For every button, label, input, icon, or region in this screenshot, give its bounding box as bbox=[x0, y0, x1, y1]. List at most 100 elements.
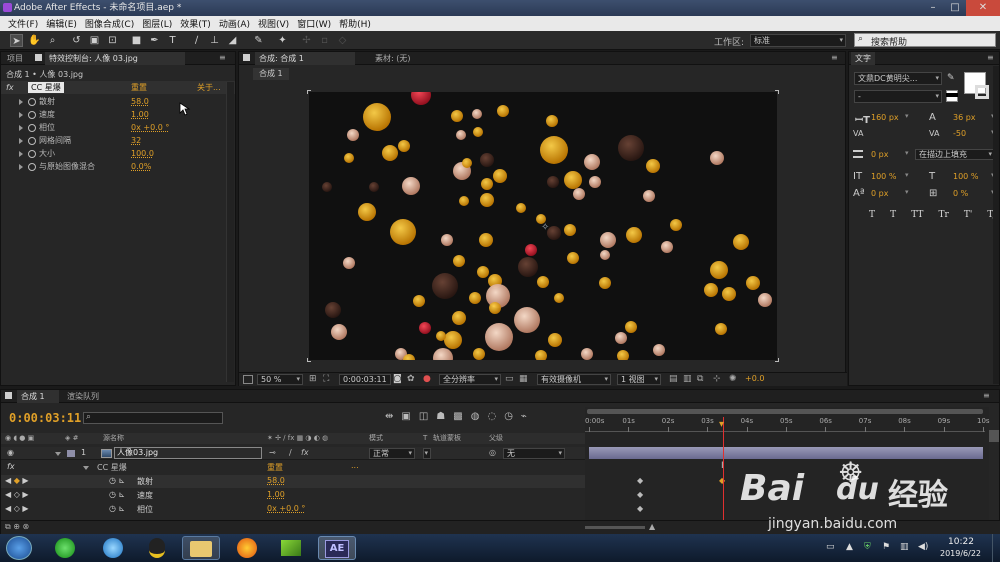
blend-mode-dropdown[interactable]: 正常 bbox=[369, 448, 415, 459]
tab-render-queue[interactable]: 渲染队列 bbox=[63, 390, 103, 403]
text-tool-icon[interactable]: T bbox=[166, 34, 179, 47]
taskbar-qq[interactable] bbox=[138, 536, 176, 560]
font-style-dropdown[interactable]: - bbox=[854, 90, 942, 103]
effect-panel-scrollbar[interactable] bbox=[226, 82, 234, 382]
stopwatch-icon[interactable]: ◷ ⊾ bbox=[109, 504, 125, 513]
eraser-tool-icon[interactable]: ◢ bbox=[226, 34, 239, 47]
pickwhip-icon[interactable]: ◎ bbox=[489, 448, 496, 457]
camera-tool-icon[interactable]: ▣ bbox=[88, 34, 101, 47]
swatch-black[interactable] bbox=[946, 93, 958, 97]
taskbar-file-explorer[interactable] bbox=[182, 536, 220, 560]
quality-switch-icon[interactable]: ∕ bbox=[289, 448, 292, 457]
col-source-name[interactable]: 源名称 bbox=[103, 433, 124, 444]
brainstorm-icon[interactable]: ◌ bbox=[487, 411, 496, 425]
timeline-panel-menu-icon[interactable]: ≡ bbox=[983, 391, 990, 400]
horizontal-scale-value[interactable]: 100 % bbox=[953, 172, 978, 181]
layer-label-color[interactable] bbox=[67, 450, 75, 457]
tab-timeline-comp[interactable]: 合成 1 bbox=[17, 390, 59, 403]
safe-zones-icon[interactable]: ⊞ bbox=[309, 374, 317, 384]
eyedropper-icon[interactable]: ✎ bbox=[947, 73, 955, 83]
resolution-dropdown[interactable]: 全分辨率 bbox=[439, 374, 501, 385]
menu-help[interactable]: 帮助(H) bbox=[335, 17, 375, 30]
property-value[interactable]: 1.00 bbox=[267, 490, 285, 499]
expand-arrow-icon[interactable] bbox=[19, 111, 23, 118]
taskbar-after-effects[interactable]: AE bbox=[318, 536, 356, 560]
tab-composition[interactable]: 合成: 合成 1 bbox=[255, 52, 355, 65]
menu-layer[interactable]: 图层(L) bbox=[138, 17, 176, 30]
comp-mini-flowchart-icon[interactable]: ⇹ bbox=[385, 411, 393, 425]
taskbar-360-browser[interactable] bbox=[46, 536, 84, 560]
zoom-dropdown[interactable]: 50 % bbox=[257, 374, 303, 385]
text-panel-scrollbar[interactable] bbox=[993, 66, 999, 384]
frame-handle[interactable] bbox=[775, 90, 779, 94]
stopwatch-icon[interactable]: ◷ ⊾ bbox=[109, 476, 125, 485]
col-t[interactable]: T bbox=[423, 433, 427, 444]
property-value[interactable]: 58.0 bbox=[267, 476, 285, 485]
timeline-effect-dots[interactable]: ... bbox=[351, 461, 359, 470]
channel-rgb-icon[interactable]: ● bbox=[423, 374, 431, 384]
expand-effect-icon[interactable] bbox=[83, 463, 94, 473]
help-search-box[interactable]: ⌕ 搜索帮助 bbox=[854, 33, 996, 48]
expand-arrow-icon[interactable] bbox=[19, 150, 23, 157]
snapshot-camera-icon[interactable]: ◙ bbox=[393, 374, 402, 384]
leading-value[interactable]: 36 px bbox=[953, 113, 976, 122]
timeline-timecode[interactable]: 0:00:03:11 bbox=[9, 411, 81, 425]
timeline-scroll-handle[interactable] bbox=[989, 430, 999, 442]
param-row[interactable]: 相位 0x +0.0 ° bbox=[1, 121, 235, 134]
fast-preview-icon[interactable]: ▥ bbox=[683, 374, 692, 384]
text-panel-menu-icon[interactable]: ≡ bbox=[987, 53, 994, 62]
selection-tool-icon[interactable]: ➤ bbox=[10, 34, 23, 47]
timeline-reset-link[interactable]: 重置 bbox=[267, 462, 283, 473]
faux-italic-button[interactable]: T bbox=[890, 210, 896, 220]
param-value[interactable]: 58.0 bbox=[131, 95, 149, 108]
col-parent[interactable]: 父级 bbox=[489, 433, 503, 444]
tab-effect-controls[interactable]: 特效控制台: 人像 03.jpg bbox=[45, 52, 185, 65]
tab-footage[interactable]: 素材: (无) bbox=[371, 52, 414, 65]
menu-composition[interactable]: 图像合成(C) bbox=[81, 17, 138, 30]
stopwatch-icon[interactable] bbox=[28, 149, 36, 158]
menu-window[interactable]: 窗口(W) bbox=[293, 17, 335, 30]
views-dropdown[interactable]: 1 视图 bbox=[617, 374, 661, 385]
zoom-tool-icon[interactable]: ⌕ bbox=[46, 34, 59, 47]
comp-panel-menu-icon[interactable]: ≡ bbox=[831, 53, 838, 62]
camera-dropdown[interactable]: 有效摄像机 bbox=[537, 374, 611, 385]
rotate-tool-icon[interactable]: ↺ bbox=[70, 34, 83, 47]
layer-name[interactable]: 人像03.jpg bbox=[114, 447, 262, 459]
tab-character[interactable]: 文字 bbox=[851, 52, 875, 65]
pen-tool-icon[interactable]: ✒ bbox=[148, 34, 161, 47]
stroke-mode-dropdown[interactable]: 在描边上填充 bbox=[915, 149, 995, 160]
stroke-width-value[interactable]: 0 px bbox=[871, 150, 888, 159]
param-value[interactable]: 0x +0.0 ° bbox=[131, 121, 169, 134]
toggle-pixel-aspect-icon[interactable]: ▤ bbox=[669, 374, 678, 384]
reset-link[interactable]: 重置 bbox=[131, 81, 147, 94]
shy-layers-icon[interactable]: ☗ bbox=[436, 411, 445, 425]
font-family-dropdown[interactable]: 文鼎DC黄明尖... bbox=[854, 72, 942, 85]
mask-toggle-icon[interactable]: ⛶ bbox=[323, 374, 329, 384]
menu-edit[interactable]: 编辑(E) bbox=[42, 17, 81, 30]
superscript-button[interactable]: T' bbox=[964, 210, 972, 220]
clock-date[interactable]: 2019/6/22 bbox=[940, 549, 981, 558]
param-row[interactable]: 速度 1.00 bbox=[1, 108, 235, 121]
transparency-grid-icon[interactable]: ▦ bbox=[519, 374, 528, 384]
keyframe-diamond[interactable]: ◆ bbox=[637, 476, 643, 485]
small-caps-button[interactable]: Tr bbox=[938, 210, 948, 220]
tracking-value[interactable]: -50 bbox=[953, 129, 966, 138]
shy-switch-icon[interactable]: ⊸ bbox=[269, 448, 276, 457]
timeline-effect-name[interactable]: CC 星爆 bbox=[97, 462, 127, 473]
font-size-value[interactable]: 160 px bbox=[871, 113, 899, 122]
flowchart-icon[interactable]: ⊹ bbox=[713, 374, 721, 384]
timeline-lock-icon[interactable] bbox=[5, 392, 12, 399]
hand-tool-icon[interactable]: ✋ bbox=[28, 34, 41, 47]
brush-tool-icon[interactable]: ∕ bbox=[190, 34, 203, 47]
frame-blending-icon[interactable]: ▩ bbox=[453, 411, 462, 425]
menu-effect[interactable]: 效果(T) bbox=[176, 17, 215, 30]
keyframe-nav-icon[interactable]: ◀ ◇ ▶ bbox=[5, 490, 29, 499]
param-row[interactable]: 大小 100.0 bbox=[1, 147, 235, 160]
composition-viewer[interactable]: ✧ bbox=[309, 92, 777, 360]
col-trkmat[interactable]: 轨道蒙板 bbox=[433, 433, 461, 444]
timeline-search-input[interactable]: ⌕ bbox=[83, 412, 223, 424]
stopwatch-icon[interactable] bbox=[28, 97, 36, 106]
faux-bold-button[interactable]: T bbox=[869, 210, 875, 220]
expand-arrow-icon[interactable] bbox=[19, 137, 23, 144]
stopwatch-icon[interactable] bbox=[28, 110, 36, 119]
